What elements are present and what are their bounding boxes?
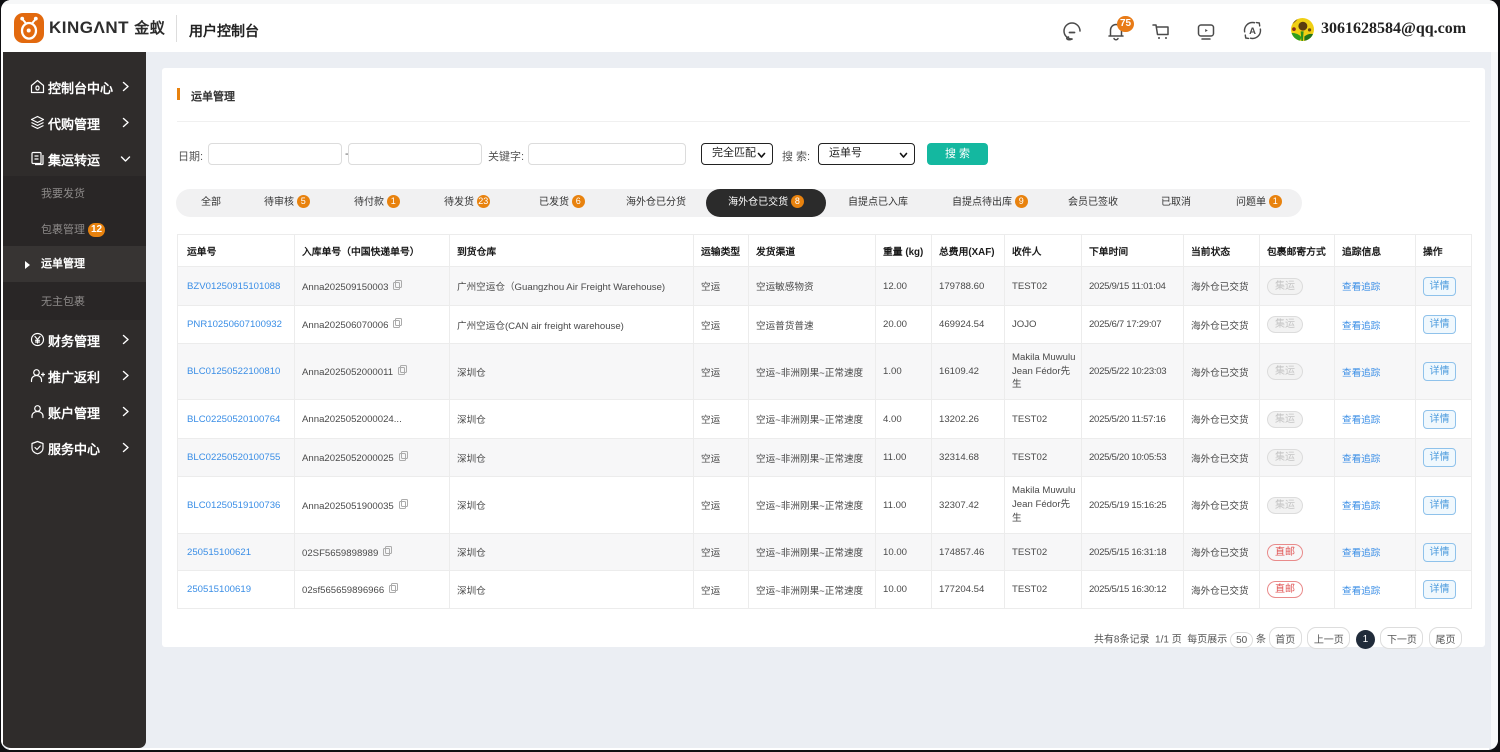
svg-text:A: A (1249, 26, 1256, 37)
